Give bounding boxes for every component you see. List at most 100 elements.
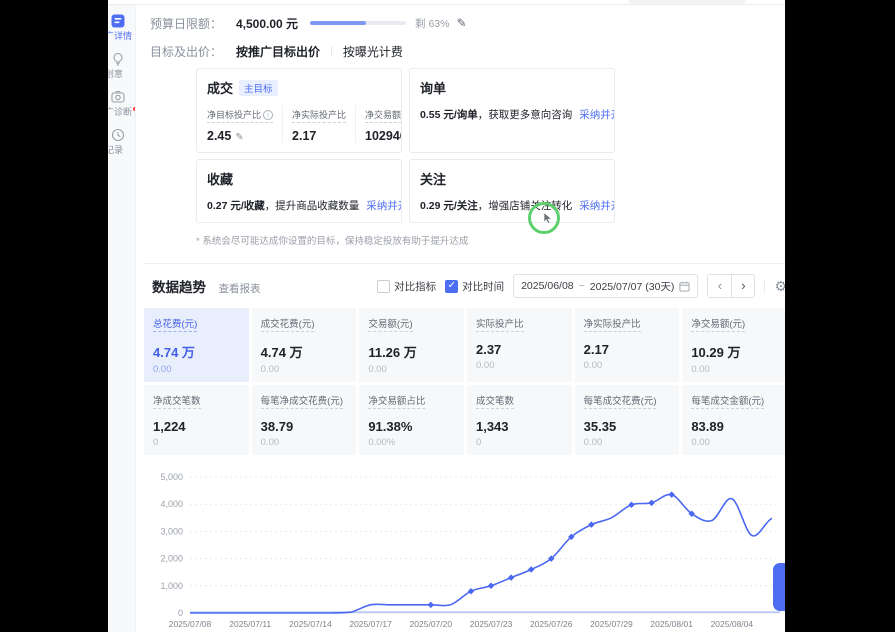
bidding-option-exposure[interactable]: 按曝光计费 [343,43,403,60]
metric-card-6[interactable]: 净成交笔数1,2240 [144,385,249,455]
goal-card-inquiry[interactable]: 询单 0.55 元/询单，获取更多意向咨询采纳并开启 [409,68,615,153]
goal-card-favorite[interactable]: 收藏 0.27 元/收藏，提升商品收藏数量采纳并开启 [196,159,402,223]
checkbox-icon[interactable] [377,280,390,293]
metric-card-9[interactable]: 成交笔数1,3430 [467,385,572,455]
inquiry-adopt-link[interactable]: 采纳并开启 [579,109,615,121]
follow-price: 0.29 元/关注 [420,200,478,212]
metric-card-1[interactable]: 成交花费(元)4.74 万0.00 [252,308,357,382]
metric-card-4[interactable]: 净实际投产比2.170.00 [575,308,680,382]
budget-row: 预算日限额： 4,500.00 元 剩 63% ✎ [150,14,785,32]
metric-card-8[interactable]: 净交易额占比91.38%0.00% [359,385,464,455]
metric-card-10[interactable]: 每笔成交花费(元)35.350.00 [575,385,680,455]
trends-title: 数据趋势 [152,280,206,295]
compare-metric-label: 对比指标 [394,279,436,294]
main-content: 预算日限额： 4,500.00 元 剩 63% ✎ 目标及出价： 按推广目标出价… [136,5,785,632]
deal-metric: 净交易额(元)102946.60 [365,105,402,143]
svg-text:2025/08/04: 2025/08/04 [711,619,754,629]
screen: 广详情创意广诊断记录 预算日限额： 4,500.00 元 剩 63% ✎ 目标及… [0,0,895,632]
svg-text:2025/07/08: 2025/07/08 [169,619,212,629]
follow-card-desc: 0.29 元/关注，增强店铺关注转化采纳并开启 [420,198,604,213]
svg-text:3,000: 3,000 [160,526,183,536]
info-icon[interactable]: i [263,110,273,120]
svg-text:2025/07/26: 2025/07/26 [530,619,573,629]
bidding-row: 目标及出价： 按推广目标出价 | 按曝光计费 [150,42,785,60]
goal-cards: 成交 主目标 净目标投产比i2.45✎净实际投产比2.17净交易额(元)1029… [196,68,785,223]
date-separator: ~ [579,280,585,292]
svg-text:2025/07/29: 2025/07/29 [590,619,633,629]
mini-sidebar: 广详情创意广诊断记录 [108,5,136,632]
budget-amount: 4,500.00 元 [236,15,298,32]
svg-text:2025/07/14: 2025/07/14 [289,619,332,629]
inquiry-card-title: 询单 [420,78,446,97]
svg-text:5,000: 5,000 [160,472,183,482]
svg-text:2025/08/01: 2025/08/01 [650,619,693,629]
metric-card-5[interactable]: 净交易额(元)10.29 万0.00 [682,308,785,382]
chevron-left-icon[interactable]: ‹ [708,275,731,297]
bidding-separator: | [330,45,333,57]
main-goal-badge: 主目标 [239,80,278,96]
compare-time-label: 对比时间 [462,279,504,294]
sidebar-item-创意[interactable]: 创意 [110,52,135,81]
favorite-adopt-link[interactable]: 采纳并开启 [366,200,402,212]
budget-remaining: 剩 63% [415,16,449,31]
follow-adopt-link[interactable]: 采纳并开启 [579,200,615,212]
view-report-link[interactable]: 查看报表 [218,283,260,295]
date-range-picker[interactable]: 2025/06/08 ~ 2025/07/07 (30天) [513,274,698,298]
favorite-card-desc: 0.27 元/收藏，提升商品收藏数量采纳并开启 [207,198,391,213]
date-start: 2025/06/08 [521,280,574,292]
compare-metric-checkbox[interactable]: 对比指标 [377,279,436,294]
bidding-label: 目标及出价： [150,43,236,60]
trend-line-chart: 01,0002,0003,0004,0005,0002025/07/082025… [144,467,785,632]
svg-text:2025/07/20: 2025/07/20 [410,619,453,629]
deal-metric: 净实际投产比2.17 [292,105,356,143]
deal-metric: 净目标投产比i2.45✎ [207,105,283,143]
pencil-icon[interactable]: ✎ [235,132,243,143]
deal-card-title: 成交 [207,78,233,97]
click-indicator [528,202,560,234]
budget-label: 预算日限额： [150,15,236,32]
compare-time-checkbox[interactable]: 对比时间 [445,279,504,294]
svg-text:2,000: 2,000 [160,554,183,564]
checkbox-checked-icon[interactable] [445,280,458,293]
bidding-option-goal[interactable]: 按推广目标出价 [236,43,320,60]
favorite-desc-text: ，提升商品收藏数量 [265,200,360,212]
follow-card-title: 关注 [420,169,446,188]
top-toolbar-remnant [628,0,746,4]
chevron-right-icon[interactable]: › [731,275,754,297]
goal-card-follow[interactable]: 关注 0.29 元/关注，增强店铺关注转化采纳并开启 [409,159,615,223]
trend-chart-container: 01,0002,0003,0004,0005,0002025/07/082025… [144,467,785,632]
favorite-price: 0.27 元/收藏 [207,200,265,212]
bulb-icon [110,52,135,66]
trends-controls: 对比指标 对比时间 2025/06/08 ~ 2025/07/07 (30天) [377,274,785,298]
svg-text:2025/07/23: 2025/07/23 [470,619,513,629]
inquiry-price: 0.55 元/询单 [420,109,478,121]
cursor-icon [542,212,554,225]
budget-progress-bar [310,21,406,25]
favorite-card-title: 收藏 [207,169,233,188]
metric-card-2[interactable]: 交易额(元)11.26 万0.00 [359,308,464,382]
metric-card-11[interactable]: 每笔成交金额(元)83.890.00 [682,385,785,455]
metric-card-7[interactable]: 每笔净成交花费(元)38.790.00 [252,385,357,455]
goal-card-deal[interactable]: 成交 主目标 净目标投产比i2.45✎净实际投产比2.17净交易额(元)1029… [196,68,402,153]
dashboard-icon [110,14,135,28]
history-icon [110,128,135,142]
budget-progress-fill [310,21,366,25]
sidebar-item-记录[interactable]: 记录 [110,128,135,157]
gear-icon[interactable]: ⚙ [774,278,785,295]
date-end: 2025/07/07 (30天) [590,279,675,294]
inquiry-card-desc: 0.55 元/询单，获取更多意向咨询采纳并开启 [420,107,604,122]
svg-text:0: 0 [178,608,183,618]
svg-text:2025/07/17: 2025/07/17 [349,619,392,629]
calendar-icon [679,281,690,292]
floating-side-tab[interactable] [773,563,785,611]
inquiry-desc-text: ，获取更多意向咨询 [478,109,573,121]
svg-text:2025/07/11: 2025/07/11 [229,619,271,629]
metric-card-0[interactable]: 总花费(元)4.74 万0.00 [144,308,249,382]
pencil-icon[interactable]: ✎ [456,16,466,30]
sidebar-item-广诊断[interactable]: 广诊断 [110,90,135,119]
date-pager: ‹ › [707,274,755,298]
metric-card-3[interactable]: 实际投产比2.370.00 [467,308,572,382]
trends-section: 数据趋势 查看报表 对比指标 对比时间 2025/06/0 [144,263,785,632]
svg-text:1,000: 1,000 [160,581,183,591]
sidebar-item-广详情[interactable]: 广详情 [110,14,135,43]
